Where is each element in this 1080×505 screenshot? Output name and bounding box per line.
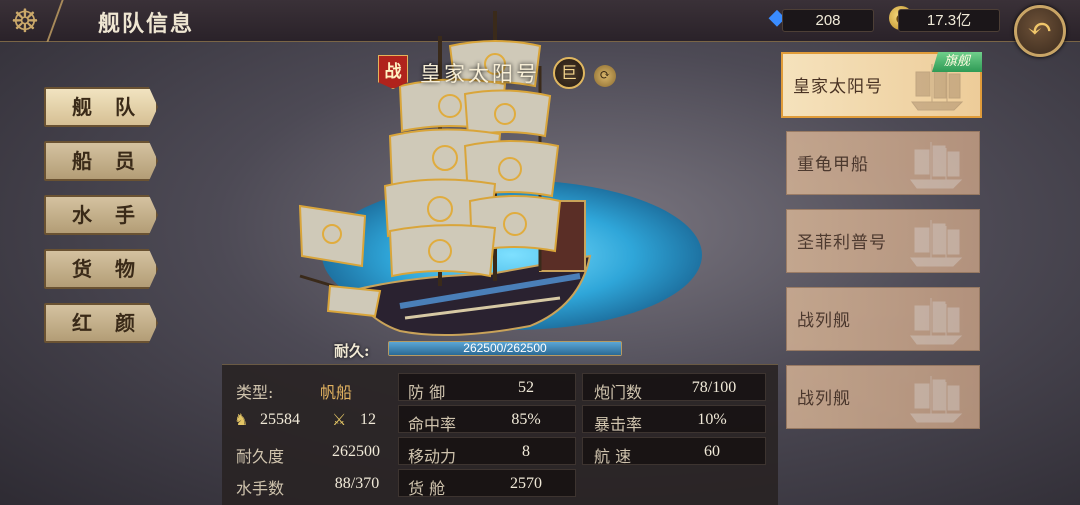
gunports-value: 78/100: [691, 379, 737, 396]
ship-card-ship-of-the-line-1[interactable]: 战列舰: [786, 287, 980, 351]
ship-card-name: 战列舰: [797, 311, 851, 331]
back-button[interactable]: ↶: [1014, 5, 1066, 57]
crit-value: 10%: [697, 411, 727, 428]
gold-count: 17.3亿: [898, 9, 1000, 32]
defense-value: 52: [518, 379, 534, 396]
accuracy-value: 85%: [511, 411, 541, 428]
ship-silhouette-icon: [910, 220, 963, 267]
ship-silhouette-icon: [910, 376, 963, 423]
crossed-swords-icon: ⚔: [332, 410, 347, 429]
nav-cargo[interactable]: 货 物: [44, 249, 158, 289]
ship-card-name: 圣菲利普号: [797, 233, 887, 253]
ship-name: 皇家太阳号: [420, 62, 540, 86]
ship-card-turtle[interactable]: 重龟甲船: [786, 131, 980, 195]
durability-label: 耐久:: [334, 342, 370, 360]
nav-fleet[interactable]: 舰 队: [44, 87, 158, 127]
mobility-label: 移动力: [408, 447, 457, 466]
gunports-label: 炮门数: [594, 383, 643, 402]
gem-count: 208: [782, 9, 874, 32]
durability-value: 262500/262500: [463, 341, 547, 355]
swords-value: 12: [360, 411, 376, 428]
defense-label: 防 御: [408, 383, 446, 402]
sailors-value: 88/370: [334, 475, 380, 492]
cargo-sack-icon: ♞: [234, 410, 249, 429]
nav-crew[interactable]: 船 员: [44, 141, 158, 181]
stats-panel: 类型: 帆船 ♞ 25584 ⚔ 12 耐久度 262500 水手数 88/37…: [222, 364, 778, 505]
swap-icon[interactable]: ⟳: [594, 65, 616, 87]
ship-model-image[interactable]: [290, 6, 610, 346]
mobility-value: 8: [522, 443, 530, 460]
ship-card-ship-of-the-line-2[interactable]: 战列舰: [786, 365, 980, 429]
speed-value: 60: [704, 443, 720, 460]
ship-card-name: 战列舰: [797, 389, 851, 409]
speed-label: 航 速: [594, 447, 632, 466]
ship-silhouette-icon: [910, 298, 963, 345]
hold-label: 货 舱: [408, 479, 446, 498]
ship-card-royal-sun[interactable]: 皇家太阳号 旗舰: [781, 52, 982, 118]
hold-value: 2570: [510, 475, 542, 492]
helm-icon[interactable]: ☸: [6, 2, 44, 40]
flagship-tag: 旗舰: [932, 52, 982, 72]
durability-stat-label: 耐久度: [236, 447, 285, 466]
cargo-sack-value: 25584: [260, 411, 300, 428]
ship-silhouette-icon: [910, 142, 963, 189]
nav-companions[interactable]: 红 颜: [44, 303, 158, 343]
durability-stat-value: 262500: [332, 443, 380, 460]
battle-badge: 战: [378, 55, 408, 89]
ship-card-name: 皇家太阳号: [793, 77, 883, 97]
title-divider: [46, 0, 82, 42]
accuracy-label: 命中率: [408, 415, 457, 434]
type-label: 类型:: [236, 383, 274, 402]
ship-card-san-felipe[interactable]: 圣菲利普号: [786, 209, 980, 273]
nav-sailors[interactable]: 水 手: [44, 195, 158, 235]
ship-card-name: 重龟甲船: [797, 155, 869, 175]
ship-size-badge: 巨: [553, 57, 585, 89]
page-title: 舰队信息: [98, 11, 195, 37]
type-value: 帆船: [320, 383, 353, 402]
back-arrow-icon: ↶: [1027, 12, 1053, 47]
crit-label: 暴击率: [594, 415, 643, 434]
durability-bar: 262500/262500: [388, 341, 622, 356]
sailors-label: 水手数: [236, 479, 285, 498]
